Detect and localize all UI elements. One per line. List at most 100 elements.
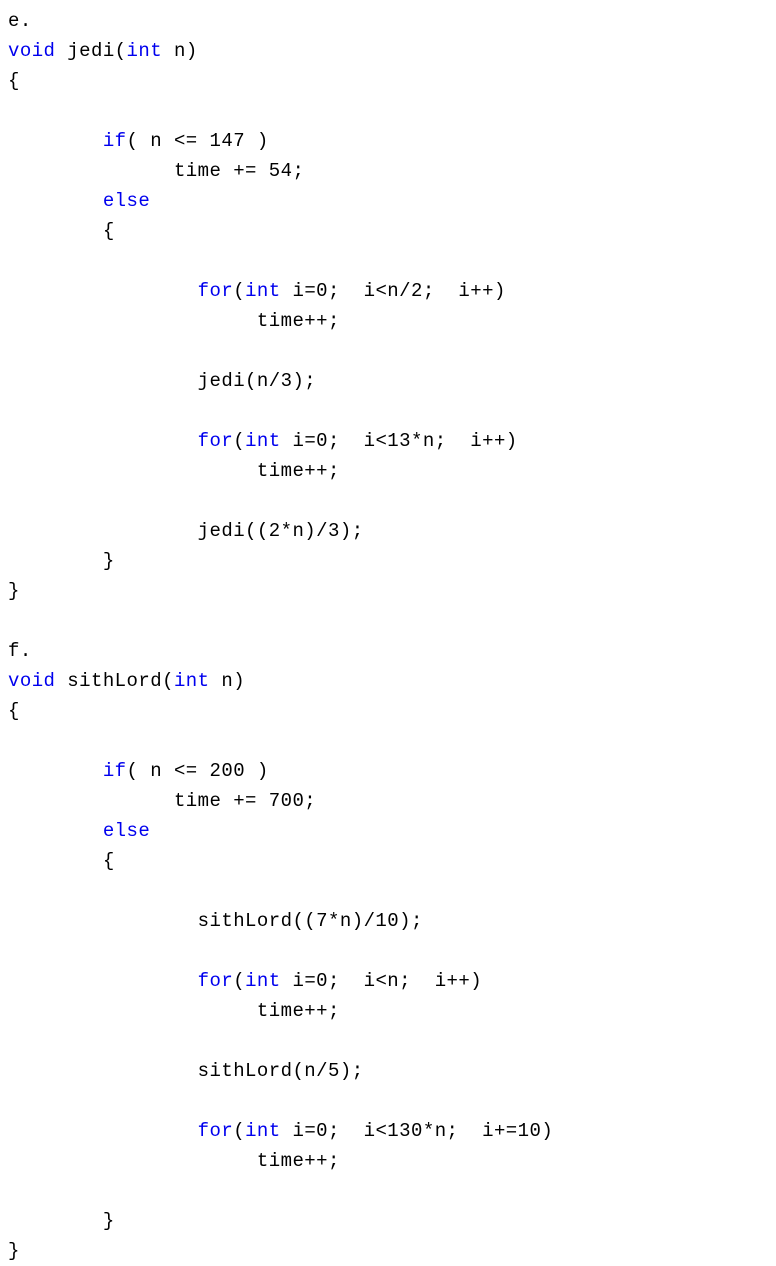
code-line: f. [8, 636, 776, 666]
code-text: ( [233, 970, 246, 992]
code-text: i=0; i<n/2; i++) [280, 280, 506, 302]
code-line: } [8, 546, 776, 576]
code-text: ( [233, 430, 246, 452]
code-text: jedi((2*n)/3); [197, 520, 364, 542]
code-line: time++; [8, 996, 776, 1026]
code-line: for(int i=0; i<13*n; i++) [8, 426, 776, 456]
code-text: { [102, 220, 115, 242]
code-keyword: int [245, 430, 281, 452]
code-text: time += 700; [173, 790, 317, 812]
code-text: time++; [256, 1000, 340, 1022]
code-keyword: int [245, 280, 281, 302]
code-line: jedi(n/3); [8, 366, 776, 396]
code-line: time += 700; [8, 786, 776, 816]
code-text: n) [162, 40, 198, 62]
code-line: else [8, 186, 776, 216]
code-text: sithLord( [55, 670, 174, 692]
code-keyword: int [245, 1120, 281, 1142]
code-keyword: void [8, 40, 56, 62]
code-text: e. [8, 10, 32, 32]
code-line: { [8, 846, 776, 876]
code-text: f. [8, 640, 32, 662]
code-text: ( [233, 1120, 246, 1142]
code-line: } [8, 1206, 776, 1236]
code-text: sithLord((7*n)/10); [197, 910, 423, 932]
code-line: for(int i=0; i<130*n; i+=10) [8, 1116, 776, 1146]
code-keyword: void [8, 670, 56, 692]
code-line: else [8, 816, 776, 846]
code-line: if( n <= 147 ) [8, 126, 776, 156]
code-text: } [102, 1210, 115, 1232]
code-text: sithLord(n/5); [197, 1060, 364, 1082]
code-text: { [102, 850, 115, 872]
code-text: i=0; i<n; i++) [280, 970, 483, 992]
code-text: jedi( [55, 40, 127, 62]
code-text: } [8, 1240, 20, 1262]
code-text: time += 54; [173, 160, 305, 182]
code-line: { [8, 66, 776, 96]
code-line: { [8, 216, 776, 246]
code-text: i=0; i<13*n; i++) [280, 430, 518, 452]
code-text: time++; [256, 1150, 340, 1172]
code-text: } [8, 580, 20, 602]
code-keyword: else [102, 190, 151, 212]
code-line: sithLord(n/5); [8, 1056, 776, 1086]
code-text: { [8, 70, 20, 92]
code-text: time++; [256, 460, 340, 482]
code-line: jedi((2*n)/3); [8, 516, 776, 546]
code-line: time++; [8, 306, 776, 336]
code-keyword: for [197, 430, 234, 452]
code-keyword: int [126, 40, 163, 62]
code-keyword: int [245, 970, 281, 992]
code-text: i=0; i<130*n; i+=10) [280, 1120, 554, 1142]
code-text: ( n <= 200 ) [126, 760, 269, 782]
code-line: if( n <= 200 ) [8, 756, 776, 786]
code-line: { [8, 696, 776, 726]
code-keyword: if [102, 130, 127, 152]
code-line: void jedi(int n) [8, 36, 776, 66]
code-keyword: if [102, 760, 127, 782]
code-line: time++; [8, 456, 776, 486]
code-line: e. [8, 6, 776, 36]
code-line: time += 54; [8, 156, 776, 186]
code-text: } [102, 550, 115, 572]
code-keyword: else [102, 820, 151, 842]
code-text: ( [233, 280, 246, 302]
code-line: sithLord((7*n)/10); [8, 906, 776, 936]
code-text: ( n <= 147 ) [126, 130, 269, 152]
code-text: time++; [256, 310, 340, 332]
code-keyword: for [197, 1120, 234, 1142]
code-text: n) [209, 670, 246, 692]
